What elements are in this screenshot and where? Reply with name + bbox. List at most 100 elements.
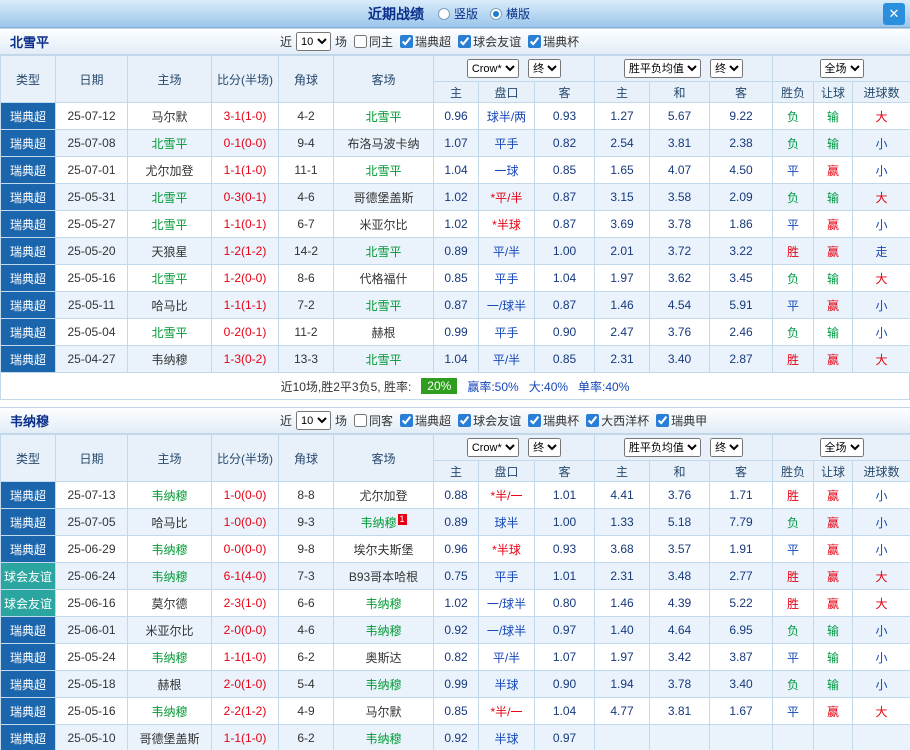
match-count-select[interactable]: 10 (296, 411, 332, 430)
away-team[interactable]: 埃尔夫斯堡 (333, 535, 434, 563)
match-count-select[interactable]: 10 (296, 32, 332, 51)
away-team[interactable]: 韦纳穆 (333, 670, 434, 698)
europe-odds-draw (649, 724, 710, 750)
checkbox-input[interactable] (354, 35, 368, 48)
checkbox-input[interactable] (528, 414, 542, 427)
score-cell: 1-0(0-0) (211, 481, 279, 509)
filter-checkbox-瑞典超[interactable]: 瑞典超 (393, 33, 451, 50)
odds-final-select[interactable]: 终 (528, 59, 562, 78)
home-team[interactable]: 韦纳穆 (127, 481, 212, 509)
away-team[interactable]: 北雪平 (333, 102, 434, 130)
league-cell: 瑞典超 (0, 508, 56, 536)
away-team[interactable]: 哥德堡盖斯 (333, 183, 434, 211)
away-team[interactable]: 北雪平 (333, 345, 434, 373)
away-team[interactable]: 奥斯达 (333, 643, 434, 671)
sub-header-asian-away: 客 (534, 81, 595, 103)
home-team[interactable]: 尤尔加登 (127, 156, 212, 184)
away-team[interactable]: 马尔默 (333, 697, 434, 725)
home-team[interactable]: 米亚尔比 (127, 616, 212, 644)
result-wdl: 胜 (772, 237, 815, 265)
close-button[interactable]: ✕ (883, 3, 905, 25)
match-row: 瑞典超 25-05-18 赫根 2-0(1-0) 5-4 韦纳穆 0.99 半球… (0, 670, 910, 698)
home-team[interactable]: 韦纳穆 (127, 535, 212, 563)
result-goals: 小 (852, 291, 910, 319)
home-team[interactable]: 莫尔德 (127, 589, 212, 617)
away-team[interactable]: B93哥本哈根 (333, 562, 434, 590)
away-team[interactable]: 米亚尔比 (333, 210, 434, 238)
europe-final-select[interactable]: 终 (710, 59, 744, 78)
home-team[interactable]: 北雪平 (127, 210, 212, 238)
home-team[interactable]: 北雪平 (127, 318, 212, 346)
radio-circle-icon[interactable] (437, 7, 450, 20)
asian-odds-home: 0.89 (433, 237, 479, 265)
asian-odds-home: 0.96 (433, 102, 479, 130)
home-team[interactable]: 赫根 (127, 670, 212, 698)
home-team[interactable]: 马尔默 (127, 102, 212, 130)
checkbox-input[interactable] (354, 414, 368, 427)
asian-odds-home: 0.85 (433, 697, 479, 725)
filter-checkbox-同主[interactable]: 同主 (347, 33, 393, 50)
away-team[interactable]: 韦纳穆 (333, 724, 434, 750)
radio-circle-icon[interactable] (490, 7, 502, 20)
away-team[interactable]: 赫根 (333, 318, 434, 346)
home-team[interactable]: 天狼星 (127, 237, 212, 265)
home-team[interactable]: 韦纳穆 (127, 697, 212, 725)
filter-checkbox-瑞典甲[interactable]: 瑞典甲 (649, 412, 707, 429)
odds-company-select[interactable]: Crow* (466, 59, 519, 78)
checkbox-input[interactable] (528, 35, 542, 48)
away-team[interactable]: 尤尔加登 (333, 481, 434, 509)
filter-checkbox-瑞典超[interactable]: 瑞典超 (393, 412, 451, 429)
scope-select[interactable]: 全场 (819, 438, 864, 457)
checkbox-input[interactable] (586, 414, 600, 427)
checkbox-label: 同主 (369, 35, 394, 49)
checkbox-label: 大西洋杯 (601, 414, 650, 428)
home-team[interactable]: 哥德堡盖斯 (127, 724, 212, 750)
filter-checkbox-球会友谊[interactable]: 球会友谊 (451, 412, 521, 429)
radio-vertical-layout[interactable]: 竖版 (437, 5, 478, 22)
home-team[interactable]: 韦纳穆 (127, 643, 212, 671)
away-team[interactable]: 北雪平 (333, 237, 434, 265)
section-title-bar: 韦纳穆 近 10 场 同客 瑞典超 球会友谊 瑞典杯 大西洋杯 瑞典甲 (0, 407, 910, 434)
europe-odds-draw: 3.76 (649, 481, 710, 509)
europe-avg-select[interactable]: 胜平负均值 (623, 59, 701, 78)
close-icon: ✕ (888, 6, 900, 21)
home-team[interactable]: 北雪平 (127, 183, 212, 211)
filter-checkbox-大西洋杯[interactable]: 大西洋杯 (579, 412, 649, 429)
home-team[interactable]: 韦纳穆 (127, 562, 212, 590)
home-team[interactable]: 北雪平 (127, 129, 212, 157)
scope-select[interactable]: 全场 (819, 59, 864, 78)
away-team[interactable]: 韦纳穆 (333, 589, 434, 617)
home-team[interactable]: 北雪平 (127, 264, 212, 292)
odds-company-select[interactable]: Crow* (466, 438, 519, 457)
filter-checkbox-球会友谊[interactable]: 球会友谊 (451, 33, 521, 50)
sub-header-europe-home: 主 (594, 460, 650, 482)
away-team[interactable]: 北雪平 (333, 156, 434, 184)
home-team[interactable]: 韦纳穆 (127, 345, 212, 373)
win-rate-chip: 20% (421, 378, 458, 394)
odds-final-select[interactable]: 终 (528, 438, 562, 457)
date-cell: 25-06-29 (55, 535, 128, 563)
checkbox-input[interactable] (458, 414, 472, 427)
checkbox-input[interactable] (458, 35, 472, 48)
checkbox-input[interactable] (656, 414, 670, 427)
away-team[interactable]: 代格福什 (333, 264, 434, 292)
league-cell: 瑞典超 (0, 210, 56, 238)
checkbox-input[interactable] (400, 35, 414, 48)
result-goals: 小 (852, 210, 910, 238)
home-team[interactable]: 哈马比 (127, 508, 212, 536)
radio-horizontal-layout[interactable]: 横版 (490, 5, 530, 22)
away-team[interactable]: 布洛马波卡纳 (333, 129, 434, 157)
checkbox-input[interactable] (400, 414, 414, 427)
away-team[interactable]: 北雪平 (333, 291, 434, 319)
home-team[interactable]: 哈马比 (127, 291, 212, 319)
away-team[interactable]: 韦纳穆 (333, 616, 434, 644)
filter-checkbox-瑞典杯[interactable]: 瑞典杯 (521, 412, 579, 429)
europe-odds-group-header: 胜平负均值 终 (593, 434, 774, 461)
filter-checkbox-瑞典杯[interactable]: 瑞典杯 (521, 33, 579, 50)
europe-final-select[interactable]: 终 (710, 438, 744, 457)
filter-checkbox-同客[interactable]: 同客 (347, 412, 393, 429)
score-cell: 1-1(1-0) (211, 643, 279, 671)
away-team[interactable]: 韦纳穆 1 (333, 508, 434, 536)
result-goals: 大 (852, 345, 910, 373)
europe-avg-select[interactable]: 胜平负均值 (623, 438, 701, 457)
